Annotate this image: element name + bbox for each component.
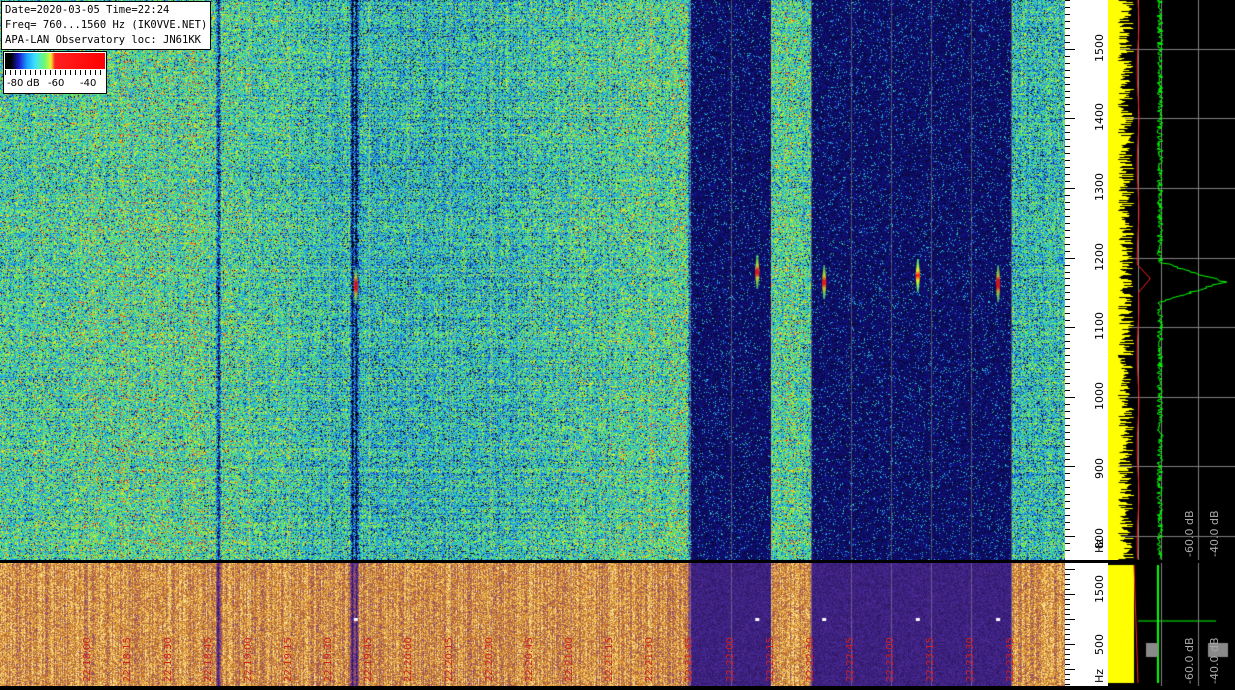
frequency-tick-label: 1200	[1093, 242, 1106, 271]
color-scale-gradient	[5, 53, 105, 69]
frequency-tick-label: 1000	[1093, 381, 1106, 410]
color-scale-label-max: -40	[80, 78, 97, 89]
frequency-axis-bottom: 1500 500 Hz	[1065, 563, 1108, 686]
time-label: 22:18:15	[122, 637, 134, 682]
time-label: 22:20:30	[483, 637, 495, 682]
frequency-unit-label: Hz	[1093, 538, 1106, 553]
time-label: 22:22:00	[724, 637, 736, 682]
time-label: 22:18:00	[82, 637, 94, 682]
time-label: 22:23:15	[925, 637, 937, 682]
frequency-tick-label: 1100	[1093, 312, 1106, 341]
spectrum-db-label-bottom: -60.0 dB	[1183, 637, 1196, 685]
time-label: 22:20:15	[443, 637, 455, 682]
bottom-frequency-tick-label: 500	[1093, 634, 1106, 655]
info-observatory: APA-LAN Observatory loc: JN61KK	[5, 34, 201, 46]
time-label: 22:23:45	[1005, 637, 1017, 682]
time-label: 22:19:45	[363, 637, 375, 682]
frequency-tick-label: 900	[1093, 458, 1106, 480]
bottom-frequency-unit-label: Hz	[1093, 668, 1106, 683]
time-label: 22:22:30	[804, 637, 816, 682]
time-label: 22:21:45	[684, 637, 696, 682]
time-label: 22:21:30	[644, 637, 656, 682]
time-label: 22:21:00	[563, 637, 575, 682]
spectrum-db-label: -40.0 dB	[1208, 510, 1221, 558]
frequency-axis: 1500 1400 1300 1200 1100 1000 900 800 Hz	[1065, 0, 1108, 560]
time-label: 22:22:15	[764, 637, 776, 682]
bottom-frequency-tick-label: 1500	[1093, 575, 1106, 603]
frequency-tick-label: 1300	[1093, 172, 1106, 201]
waterfall-spectrogram	[0, 0, 1065, 560]
time-label: 22:22:45	[844, 637, 856, 682]
info-box: Date=2020-03-05 Time=22:24 Freq= 760...15…	[1, 1, 212, 50]
time-label: 22:21:15	[604, 637, 616, 682]
info-date-time: Date=2020-03-05 Time=22:24	[5, 4, 170, 16]
time-label: 22:20:00	[403, 637, 415, 682]
time-label: 22:20:45	[523, 637, 535, 682]
time-label: 22:23:30	[965, 637, 977, 682]
spectrum-profile	[1108, 0, 1235, 560]
time-label: 22:19:15	[282, 637, 294, 682]
time-label: 22:19:00	[242, 637, 254, 682]
color-scale-ticks	[5, 70, 105, 75]
color-scale-legend: -80 dB -60 -40	[3, 51, 107, 94]
info-frequency: Freq= 760...1560 Hz (IK0VVE.NET)	[5, 19, 208, 31]
time-label: 22:23:00	[885, 637, 897, 682]
spectrum-db-label-bottom: -40.0 dB	[1208, 637, 1221, 685]
color-scale-label-mid: -60	[48, 78, 65, 89]
frequency-tick-label: 1400	[1093, 103, 1106, 132]
color-scale-label-min: -80 dB	[7, 78, 40, 89]
time-label: 22:19:30	[323, 637, 335, 682]
spectrum-db-label: -60.0 dB	[1183, 510, 1196, 558]
frequency-tick-label: 1500	[1093, 33, 1106, 62]
time-label: 22:18:45	[202, 637, 214, 682]
time-label: 22:18:30	[162, 637, 174, 682]
